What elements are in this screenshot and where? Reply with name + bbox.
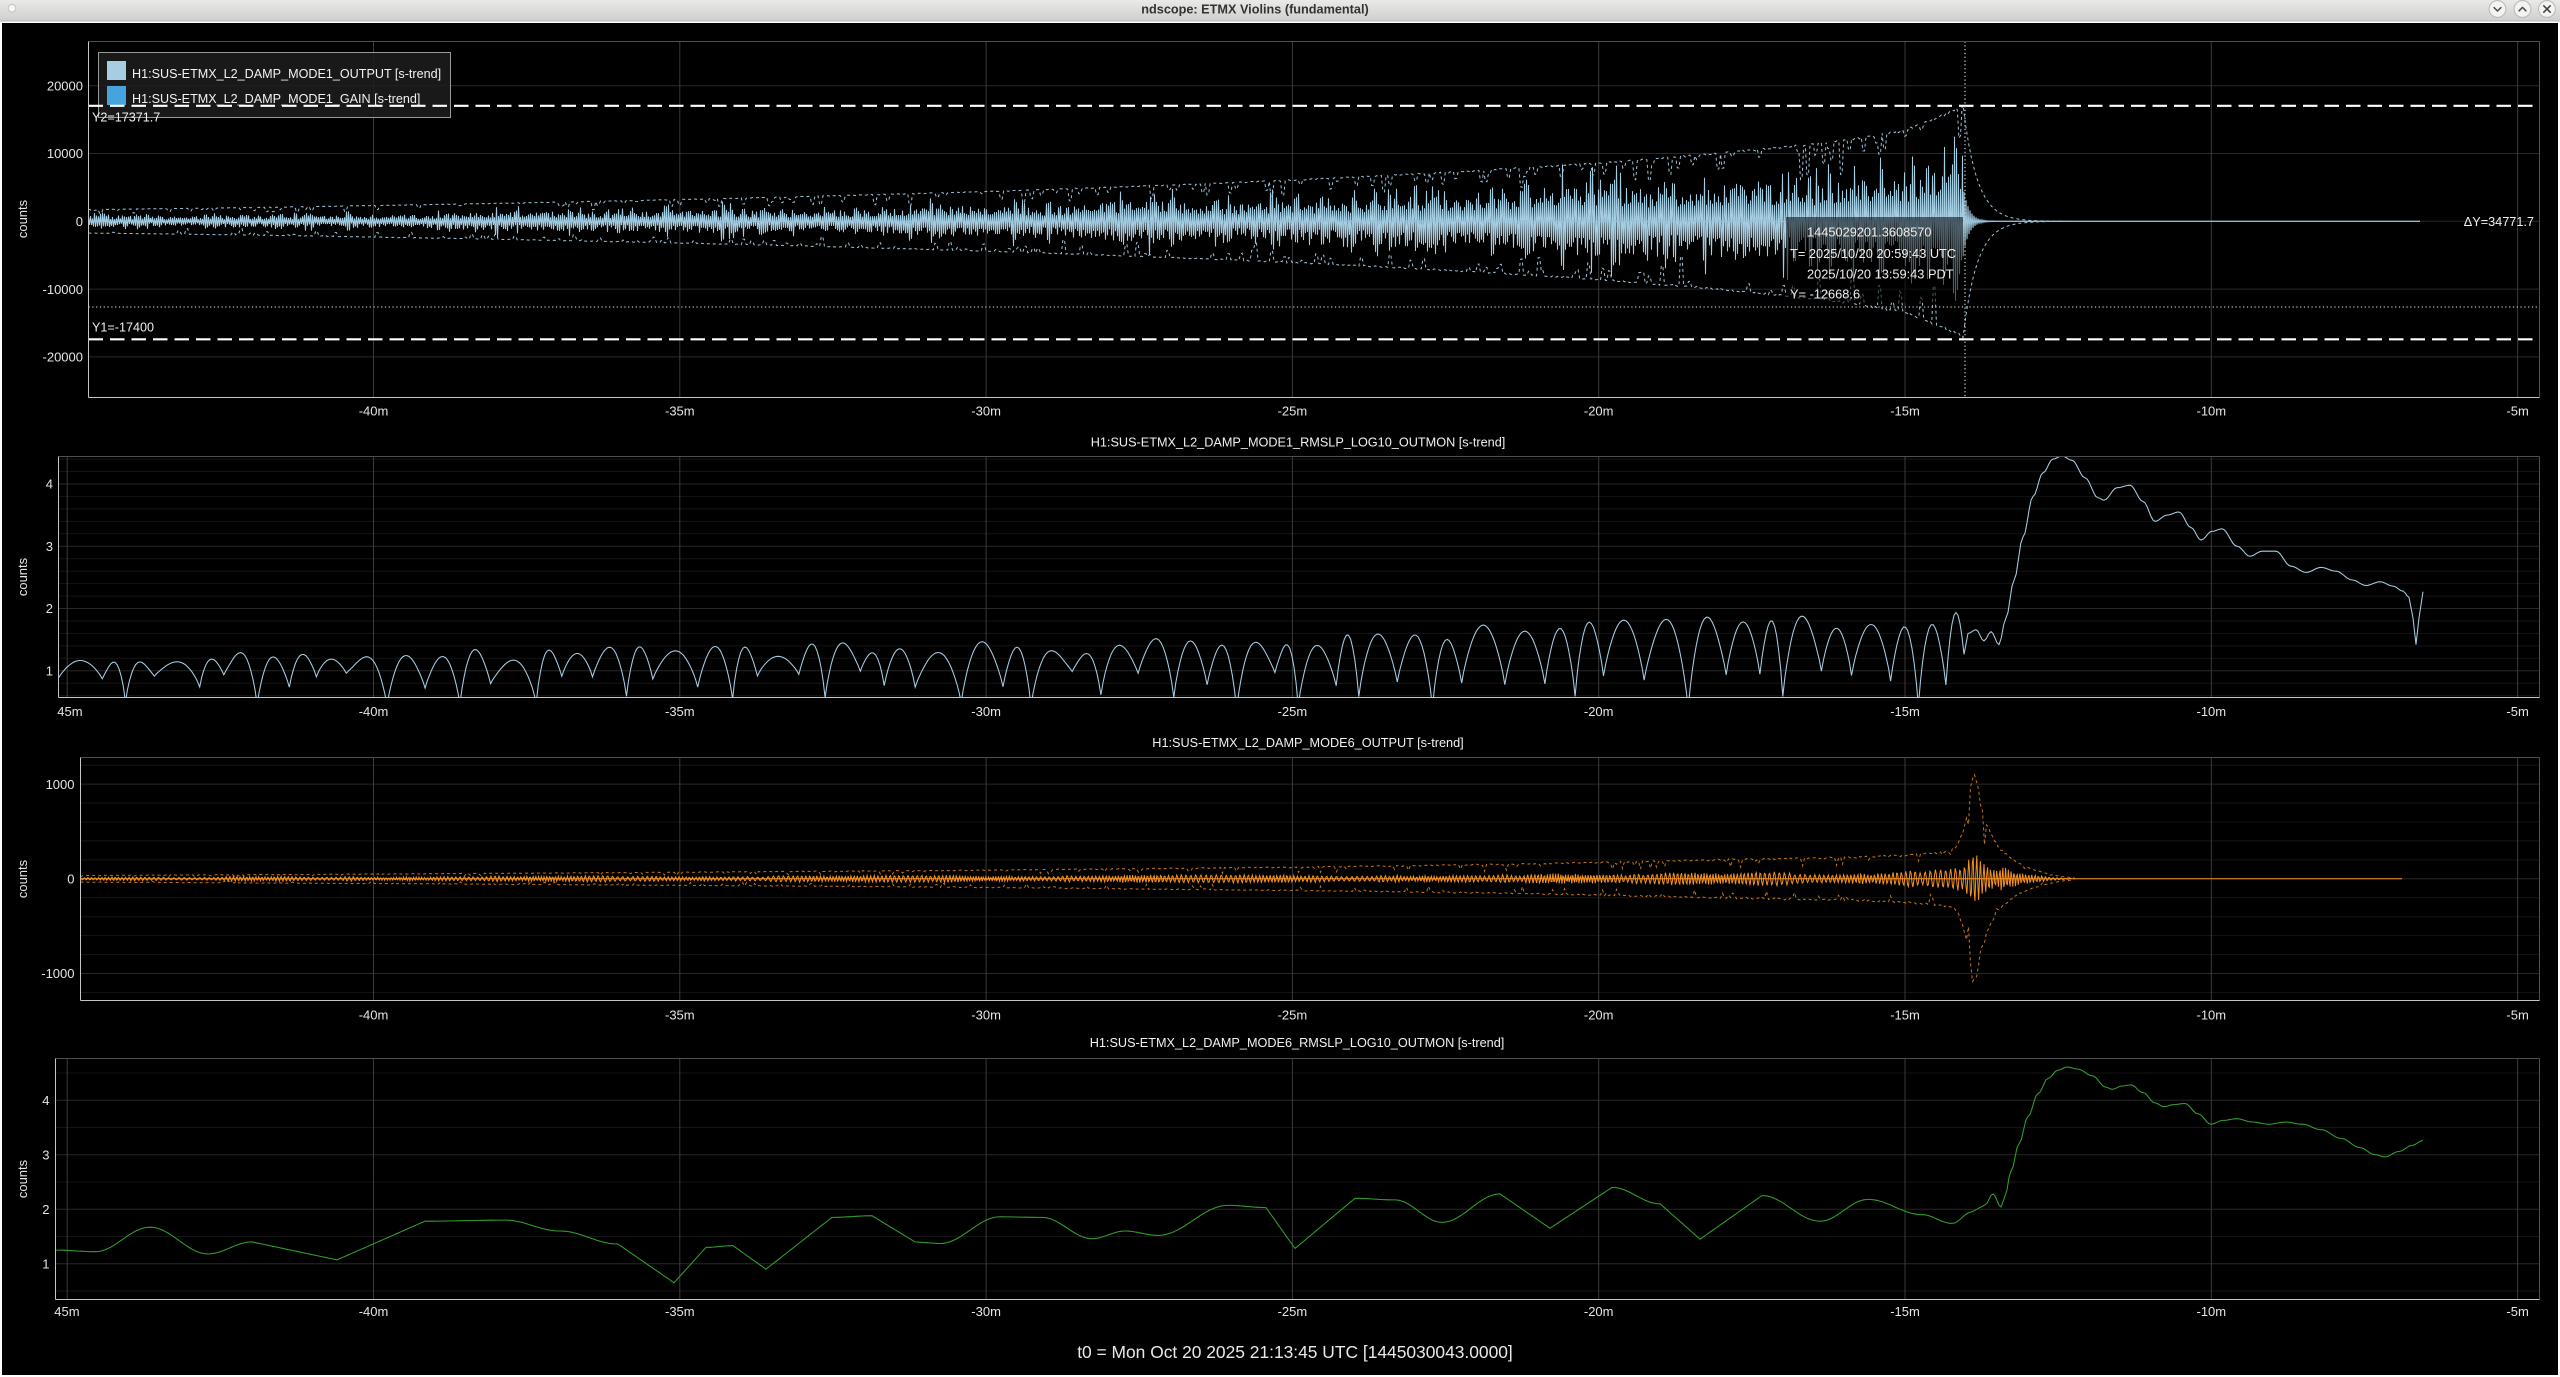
svg-text:-5m: -5m	[2506, 1304, 2528, 1319]
svg-text:4: 4	[46, 477, 53, 492]
svg-text:20000: 20000	[47, 78, 83, 93]
svg-text:1: 1	[46, 664, 53, 679]
svg-text:-35m: -35m	[665, 704, 695, 719]
svg-text:0: 0	[76, 214, 83, 229]
svg-text:-20m: -20m	[1584, 1304, 1614, 1319]
svg-text:1: 1	[42, 1256, 49, 1271]
svg-text:-40m: -40m	[359, 404, 389, 419]
svg-text:45m: 45m	[57, 704, 82, 719]
svg-text:H1:SUS-ETMX_L2_DAMP_MODE6_OUTP: H1:SUS-ETMX_L2_DAMP_MODE6_OUTPUT [s-tren…	[1152, 736, 1463, 750]
svg-text:counts: counts	[15, 859, 30, 898]
svg-text:-10000: -10000	[43, 282, 83, 297]
svg-text:Y1=-17400: Y1=-17400	[92, 321, 154, 335]
svg-text:45m: 45m	[54, 1304, 79, 1319]
svg-text:H1:SUS-ETMX_L2_DAMP_MODE1_OUTP: H1:SUS-ETMX_L2_DAMP_MODE1_OUTPUT [s-tren…	[132, 67, 441, 81]
svg-text:counts: counts	[15, 199, 30, 238]
svg-text:-20000: -20000	[43, 350, 83, 365]
svg-text:-20m: -20m	[1584, 1008, 1614, 1023]
svg-text:-25m: -25m	[1278, 704, 1308, 719]
svg-text:t0 = Mon Oct 20 2025 21:13:45: t0 = Mon Oct 20 2025 21:13:45 UTC [14450…	[1077, 1342, 1513, 1362]
svg-text:ndscope: ETMX Violins (fundame: ndscope: ETMX Violins (fundamental)	[1141, 3, 1368, 17]
svg-text:counts: counts	[15, 557, 30, 596]
svg-text:-10m: -10m	[2196, 1008, 2226, 1023]
svg-text:10000: 10000	[47, 146, 83, 161]
svg-text:-25m: -25m	[1278, 1304, 1308, 1319]
svg-text:-5m: -5m	[2506, 404, 2528, 419]
svg-text:2: 2	[46, 601, 53, 616]
svg-text:-20m: -20m	[1584, 704, 1614, 719]
svg-text:1445029201.3608570: 1445029201.3608570	[1807, 225, 1932, 240]
svg-text:-40m: -40m	[359, 1008, 389, 1023]
svg-text:-35m: -35m	[665, 1304, 695, 1319]
svg-text:3: 3	[46, 539, 53, 554]
svg-text:-5m: -5m	[2506, 704, 2528, 719]
svg-text:-5m: -5m	[2506, 1008, 2528, 1023]
svg-text:2: 2	[42, 1202, 49, 1217]
svg-text:4: 4	[42, 1093, 49, 1108]
svg-text:-15m: -15m	[1890, 404, 1920, 419]
svg-text:Y2=17371.7: Y2=17371.7	[92, 111, 160, 125]
svg-text:-30m: -30m	[971, 404, 1001, 419]
svg-text:-30m: -30m	[971, 1008, 1001, 1023]
svg-text:-15m: -15m	[1890, 1304, 1920, 1319]
svg-text:2025/10/20 13:59:43 PDT: 2025/10/20 13:59:43 PDT	[1807, 267, 1954, 282]
svg-text:-35m: -35m	[665, 1008, 695, 1023]
svg-text:-25m: -25m	[1278, 1008, 1308, 1023]
svg-text:counts: counts	[15, 1159, 30, 1198]
svg-text:-10m: -10m	[2196, 704, 2226, 719]
svg-text:-10m: -10m	[2196, 404, 2226, 419]
svg-text:0: 0	[67, 872, 74, 887]
svg-text:T= 2025/10/20 20:59:43 UTC: T= 2025/10/20 20:59:43 UTC	[1790, 246, 1956, 261]
svg-text:Y= -12668.6: Y= -12668.6	[1790, 287, 1860, 302]
svg-text:H1:SUS-ETMX_L2_DAMP_MODE1_GAIN: H1:SUS-ETMX_L2_DAMP_MODE1_GAIN [s-trend]	[132, 92, 420, 106]
svg-text:-25m: -25m	[1278, 404, 1308, 419]
svg-text:-30m: -30m	[971, 704, 1001, 719]
svg-text:1000: 1000	[46, 777, 75, 792]
svg-text:-1000: -1000	[41, 966, 74, 981]
svg-text:-40m: -40m	[359, 1304, 389, 1319]
svg-text:-10m: -10m	[2196, 1304, 2226, 1319]
svg-text:3: 3	[42, 1147, 49, 1162]
svg-text:ΔY=34771.7: ΔY=34771.7	[2464, 215, 2534, 229]
svg-text:-15m: -15m	[1890, 1008, 1920, 1023]
svg-text:-30m: -30m	[971, 1304, 1001, 1319]
svg-text:H1:SUS-ETMX_L2_DAMP_MODE6_RMSL: H1:SUS-ETMX_L2_DAMP_MODE6_RMSLP_LOG10_OU…	[1090, 1036, 1505, 1050]
svg-text:-20m: -20m	[1584, 404, 1614, 419]
svg-text:H1:SUS-ETMX_L2_DAMP_MODE1_RMSL: H1:SUS-ETMX_L2_DAMP_MODE1_RMSLP_LOG10_OU…	[1091, 436, 1506, 450]
svg-text:-15m: -15m	[1890, 704, 1920, 719]
svg-text:-35m: -35m	[665, 404, 695, 419]
svg-text:-40m: -40m	[359, 704, 389, 719]
